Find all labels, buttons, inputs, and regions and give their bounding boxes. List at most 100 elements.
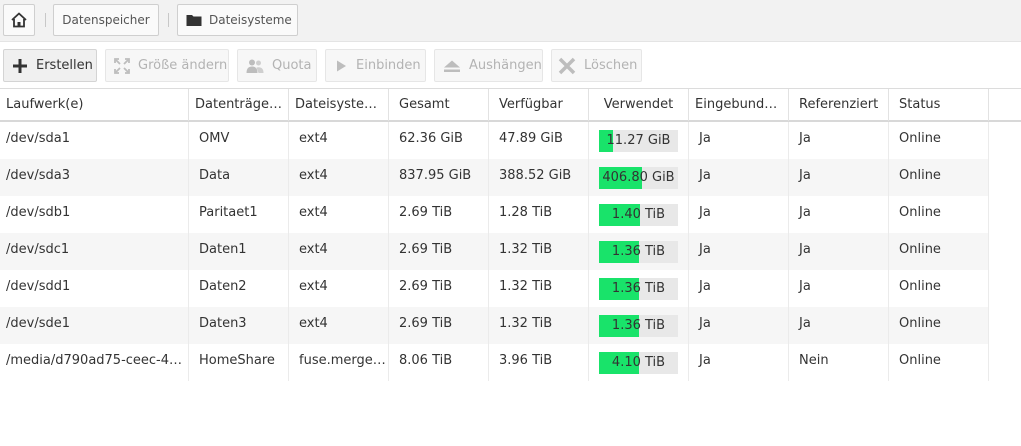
column-header-available[interactable]: Verfügbar: [489, 89, 589, 121]
column-header-mounted[interactable]: Eingebund…: [689, 89, 789, 121]
cell-mounted: Ja: [689, 307, 789, 344]
table-row[interactable]: /dev/sde1 Daten3 ext4 2.69 TiB 1.32 TiB …: [0, 307, 989, 344]
resize-icon: [114, 57, 130, 74]
cell-used: 1.36 TiB: [589, 270, 689, 307]
cell-total: 837.95 GiB: [389, 159, 489, 196]
close-icon: [558, 57, 576, 75]
column-header-status[interactable]: Status: [889, 89, 989, 121]
table-row[interactable]: /dev/sdc1 Daten1 ext4 2.69 TiB 1.32 TiB …: [0, 233, 989, 270]
table-row[interactable]: /dev/sdb1 Paritaet1 ext4 2.69 TiB 1.28 T…: [0, 196, 989, 233]
column-header-used[interactable]: Verwendet: [589, 89, 689, 121]
cell-filesystem: ext4: [289, 159, 389, 196]
cell-used: 406.80 GiB: [589, 159, 689, 196]
cell-mounted: Ja: [689, 159, 789, 196]
cell-status: Online: [889, 196, 989, 233]
cell-referenced: Ja: [789, 196, 889, 233]
cell-label: Paritaet1: [189, 196, 289, 233]
home-button[interactable]: [3, 4, 35, 36]
cell-mounted: Ja: [689, 344, 789, 381]
cell-label: Daten2: [189, 270, 289, 307]
cell-referenced: Ja: [789, 307, 889, 344]
cell-filesystem: ext4: [289, 270, 389, 307]
unmount-button[interactable]: Aushängen: [434, 49, 543, 82]
table-row[interactable]: /dev/sda3 Data ext4 837.95 GiB 388.52 Gi…: [0, 159, 989, 196]
cell-label: Daten1: [189, 233, 289, 270]
cell-status: Online: [889, 344, 989, 381]
usage-bar-text: 1.40 TiB: [611, 207, 666, 222]
breadcrumb-separator: [45, 13, 46, 27]
cell-mounted: Ja: [689, 122, 789, 159]
breadcrumb-filesystems-label: Dateisysteme: [209, 13, 292, 27]
column-header-total[interactable]: Gesamt: [389, 89, 489, 121]
toolbar: Erstellen Größe ändern Quota Einbinden A…: [0, 43, 1021, 88]
table-header: Laufwerk(e) Datenträge… Dateisyste… Gesa…: [0, 88, 1021, 122]
usage-bar: 406.80 GiB: [599, 167, 678, 189]
breadcrumb-storage-label: Datenspeicher: [62, 13, 150, 27]
delete-button[interactable]: Löschen: [551, 49, 642, 82]
usage-bar: 1.36 TiB: [599, 278, 678, 300]
cell-status: Online: [889, 270, 989, 307]
cell-referenced: Nein: [789, 344, 889, 381]
cell-mounted: Ja: [689, 196, 789, 233]
usage-bar-text: 4.10 TiB: [611, 355, 666, 370]
breadcrumb: Datenspeicher Dateisysteme: [0, 0, 1021, 42]
cell-referenced: Ja: [789, 233, 889, 270]
cell-mounted: Ja: [689, 233, 789, 270]
mount-button[interactable]: Einbinden: [325, 49, 426, 82]
create-button[interactable]: Erstellen: [3, 49, 97, 82]
resize-button-label: Größe ändern: [138, 58, 228, 73]
column-header-referenced[interactable]: Referenziert: [789, 89, 889, 121]
column-header-filesystem[interactable]: Dateisyste…: [289, 89, 389, 121]
usage-bar: 1.36 TiB: [599, 241, 678, 263]
delete-button-label: Löschen: [584, 58, 638, 73]
cell-device: /dev/sdc1: [0, 233, 189, 270]
cell-used: 4.10 TiB: [589, 344, 689, 381]
cell-device: /dev/sde1: [0, 307, 189, 344]
cell-available: 3.96 TiB: [489, 344, 589, 381]
cell-status: Online: [889, 159, 989, 196]
cell-total: 2.69 TiB: [389, 307, 489, 344]
cell-filesystem: ext4: [289, 122, 389, 159]
usage-bar: 1.40 TiB: [599, 204, 678, 226]
eject-icon: [443, 59, 461, 73]
column-header-label[interactable]: Datenträge…: [189, 89, 289, 121]
cell-device: /dev/sda1: [0, 122, 189, 159]
breadcrumb-storage[interactable]: Datenspeicher: [53, 4, 159, 36]
resize-button[interactable]: Größe ändern: [105, 49, 229, 82]
usage-bar-text: 1.36 TiB: [611, 281, 666, 296]
cell-total: 8.06 TiB: [389, 344, 489, 381]
table-row[interactable]: /media/d790ad75-ceec-46… HomeShare fuse.…: [0, 344, 989, 381]
mount-button-label: Einbinden: [356, 58, 421, 73]
table-row[interactable]: /dev/sda1 OMV ext4 62.36 GiB 47.89 GiB 1…: [0, 122, 989, 159]
usage-bar: 1.36 TiB: [599, 315, 678, 337]
column-header-device[interactable]: Laufwerk(e): [0, 89, 189, 121]
plus-icon: [12, 58, 28, 74]
usage-bar-text: 11.27 GiB: [606, 133, 671, 148]
cell-label: OMV: [189, 122, 289, 159]
usage-bar: 11.27 GiB: [599, 130, 678, 152]
cell-referenced: Ja: [789, 122, 889, 159]
cell-label: Data: [189, 159, 289, 196]
usage-bar-text: 406.80 GiB: [602, 170, 675, 185]
cell-used: 1.36 TiB: [589, 307, 689, 344]
cell-total: 62.36 GiB: [389, 122, 489, 159]
usage-bar: 4.10 TiB: [599, 352, 678, 374]
cell-status: Online: [889, 122, 989, 159]
cell-filesystem: ext4: [289, 307, 389, 344]
cell-available: 1.32 TiB: [489, 307, 589, 344]
cell-total: 2.69 TiB: [389, 270, 489, 307]
unmount-button-label: Aushängen: [469, 58, 542, 73]
table-row[interactable]: /dev/sdd1 Daten2 ext4 2.69 TiB 1.32 TiB …: [0, 270, 989, 307]
cell-filesystem: ext4: [289, 233, 389, 270]
users-icon: [246, 58, 264, 74]
breadcrumb-separator: [168, 13, 169, 27]
cell-status: Online: [889, 307, 989, 344]
quota-button[interactable]: Quota: [237, 49, 317, 82]
play-icon: [334, 59, 348, 73]
cell-status: Online: [889, 233, 989, 270]
breadcrumb-filesystems[interactable]: Dateisysteme: [177, 4, 298, 36]
cell-label: HomeShare: [189, 344, 289, 381]
cell-filesystem: fuse.merge…: [289, 344, 389, 381]
cell-used: 11.27 GiB: [589, 122, 689, 159]
cell-used: 1.36 TiB: [589, 233, 689, 270]
